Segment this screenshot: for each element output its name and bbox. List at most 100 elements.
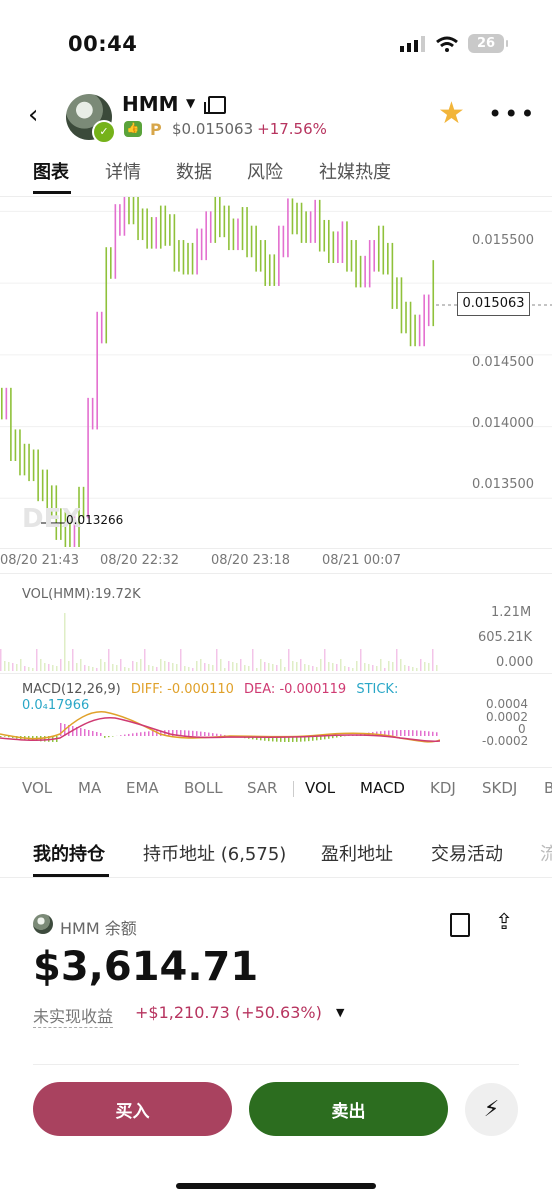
- indicator-sar[interactable]: SAR: [247, 779, 277, 797]
- candle: [359, 255, 362, 288]
- volume-bar: [136, 662, 138, 671]
- indicator-ma[interactable]: MA: [78, 779, 101, 797]
- candle: [10, 387, 12, 461]
- indicator-ema[interactable]: EMA: [126, 779, 159, 797]
- candle: [323, 219, 326, 252]
- candle: [427, 294, 430, 327]
- share-icon[interactable]: ⇪: [495, 910, 513, 935]
- indicator-boll[interactable]: BOLL: [184, 779, 223, 797]
- candle: [23, 443, 26, 476]
- candle: [32, 449, 35, 482]
- volume-chart: [0, 613, 438, 671]
- volume-bar: [236, 663, 238, 671]
- candle: [232, 218, 235, 251]
- macd-bar: [428, 731, 430, 736]
- token-name[interactable]: HMM: [122, 92, 179, 116]
- volume-bar: [76, 663, 78, 671]
- macd-bar: [132, 733, 134, 736]
- time-axis-label: 08/21 00:07: [322, 553, 402, 568]
- candle: [96, 311, 98, 430]
- tab-more[interactable]: 流: [540, 840, 552, 866]
- candle: [391, 242, 394, 309]
- volume-bar: [408, 666, 410, 671]
- volume-bar: [424, 662, 426, 671]
- tab-details[interactable]: 详情: [105, 158, 141, 184]
- indicator-vol[interactable]: VOL: [22, 779, 52, 797]
- volume-bar: [216, 649, 218, 671]
- copy-icon[interactable]: [204, 96, 226, 114]
- tab-data[interactable]: 数据: [176, 158, 212, 184]
- macd-bar: [408, 730, 410, 736]
- macd-bar: [188, 730, 190, 736]
- tab-chart[interactable]: 图表: [33, 158, 69, 184]
- history-icon[interactable]: [450, 913, 470, 937]
- candle: [432, 260, 435, 327]
- volume-bar: [428, 663, 430, 671]
- volume-bar: [392, 662, 394, 671]
- favorite-star-icon[interactable]: ★: [438, 96, 465, 131]
- volume-bar: [280, 659, 282, 671]
- chevron-down-icon[interactable]: ▼: [186, 96, 195, 110]
- candle: [110, 247, 112, 279]
- volume-bar: [196, 661, 198, 671]
- volume-bar: [328, 662, 330, 671]
- volume-bar: [320, 659, 322, 671]
- volume-bar: [28, 667, 30, 671]
- lightning-icon[interactable]: ⚡: [465, 1083, 518, 1136]
- volume-bar: [148, 665, 150, 671]
- buy-button[interactable]: 买入: [33, 1082, 232, 1136]
- volume-bar: [20, 659, 22, 671]
- candle: [14, 429, 17, 461]
- indicator-macd[interactable]: MACD: [360, 779, 405, 797]
- balance-label: HMM 余额: [60, 919, 137, 938]
- tab-risk[interactable]: 风险: [247, 158, 283, 184]
- divider: [0, 673, 552, 674]
- volume-bar: [128, 668, 130, 671]
- candle: [328, 219, 330, 263]
- sell-button[interactable]: 卖出: [249, 1082, 448, 1136]
- indicator-vol-sub[interactable]: VOL: [305, 779, 335, 797]
- volume-bar: [332, 663, 334, 671]
- candle: [19, 429, 21, 476]
- candle: [405, 301, 407, 334]
- candle: [268, 254, 271, 286]
- price-chart[interactable]: [0, 197, 552, 547]
- signal-icon: [400, 35, 425, 52]
- tab-profit-addresses[interactable]: 盈利地址: [321, 840, 393, 866]
- volume-bar: [172, 663, 174, 671]
- volume-bar: [300, 659, 302, 671]
- time-axis-label: 08/20 23:18: [211, 553, 291, 568]
- candle: [137, 197, 139, 241]
- indicator-kdj[interactable]: KDJ: [430, 779, 456, 797]
- tab-holder-addresses[interactable]: 持币地址 (6,575): [143, 840, 286, 866]
- macd-bar: [420, 730, 422, 736]
- macd-bar: [416, 730, 418, 736]
- candle: [5, 387, 8, 420]
- volume-bar: [376, 666, 378, 671]
- volume-bar: [140, 659, 142, 671]
- tab-my-holdings[interactable]: 我的持仓: [33, 840, 105, 866]
- tab-trade-activity[interactable]: 交易活动: [431, 840, 503, 866]
- chevron-down-icon[interactable]: ▼: [336, 1006, 344, 1019]
- back-button[interactable]: ‹: [28, 100, 38, 130]
- volume-bar: [212, 665, 214, 671]
- volume-bar: [220, 659, 222, 671]
- macd-axis-label: 0.0004: [486, 697, 528, 711]
- more-icon[interactable]: •••: [488, 100, 536, 128]
- volume-bar: [352, 668, 354, 671]
- tab-underline: [33, 191, 71, 194]
- tab-social[interactable]: 社媒热度: [319, 158, 391, 184]
- macd-bar: [108, 736, 110, 738]
- volume-bar: [416, 668, 418, 671]
- candle: [423, 294, 425, 347]
- unrealized-pnl-label[interactable]: 未实现收益: [33, 1003, 114, 1028]
- candle: [219, 197, 221, 238]
- volume-bar: [356, 661, 358, 671]
- time-axis-label: 08/20 21:43: [0, 553, 80, 568]
- volume-bar: [404, 665, 406, 671]
- candle: [114, 204, 117, 279]
- candle: [191, 242, 194, 275]
- indicator-skdj[interactable]: SKDJ: [482, 779, 517, 797]
- indicator-more[interactable]: B: [544, 779, 552, 797]
- candle: [282, 225, 285, 258]
